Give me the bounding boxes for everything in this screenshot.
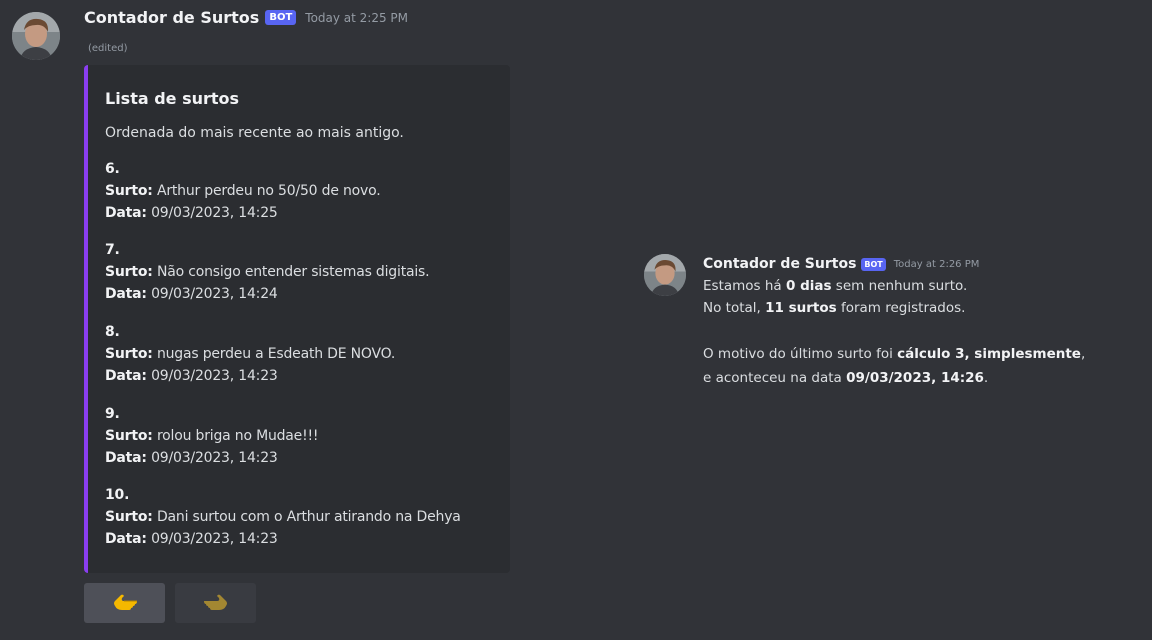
list-item: 6. Surto: Arthur perdeu no 50/50 de novo… bbox=[105, 158, 381, 224]
list-item: 10. Surto: Dani surtou com o Arthur atir… bbox=[105, 484, 461, 550]
author-name[interactable]: Contador de Surtos bbox=[84, 8, 259, 27]
entry-number: 10. bbox=[105, 487, 130, 503]
message-line: Estamos há 0 dias sem nenhum surto. bbox=[703, 278, 967, 294]
embed-description: Ordenada do mais recente ao mais antigo. bbox=[105, 125, 404, 141]
surto-label: Surto: bbox=[105, 264, 153, 280]
bot-badge: BOT bbox=[861, 257, 886, 271]
entry-number: 6. bbox=[105, 161, 120, 177]
embed: Lista de surtos Ordenada do mais recente… bbox=[84, 65, 510, 573]
total-count: 11 surtos bbox=[765, 300, 837, 316]
edited-label: (edited) bbox=[88, 43, 128, 54]
text: . bbox=[983, 370, 989, 386]
last-date: 09/03/2023, 14:26 bbox=[846, 370, 984, 386]
data-label: Data: bbox=[105, 205, 147, 221]
list-item: 7. Surto: Não consigo entender sistemas … bbox=[105, 239, 430, 305]
bot-badge: BOT bbox=[265, 10, 297, 25]
author-name[interactable]: Contador de Surtos bbox=[703, 256, 856, 272]
list-item: 9. Surto: rolou briga no Mudae!!! Data: … bbox=[105, 403, 319, 469]
text: foram registrados. bbox=[836, 300, 966, 316]
entry-number: 8. bbox=[105, 324, 120, 340]
text: O motivo do último surto foi bbox=[703, 346, 898, 362]
surto-text: rolou briga no Mudae!!! bbox=[156, 428, 319, 444]
surto-label: Surto: bbox=[105, 509, 153, 525]
avatar[interactable] bbox=[12, 12, 60, 60]
surto-label: Surto: bbox=[105, 428, 153, 444]
data-text: 09/03/2023, 14:23 bbox=[151, 368, 278, 384]
surto-label: Surto: bbox=[105, 183, 153, 199]
point-right-icon bbox=[203, 594, 227, 610]
surto-text: nugas perdeu a Esdeath DE NOVO. bbox=[156, 346, 396, 362]
text: sem nenhum surto. bbox=[831, 278, 968, 294]
surto-text: Arthur perdeu no 50/50 de novo. bbox=[156, 183, 381, 199]
data-text: 09/03/2023, 14:23 bbox=[151, 531, 278, 547]
data-label: Data: bbox=[105, 368, 147, 384]
data-text: 09/03/2023, 14:23 bbox=[151, 450, 278, 466]
surto-text: Não consigo entender sistemas digitais. bbox=[156, 264, 430, 280]
text: e aconteceu na data bbox=[703, 370, 847, 386]
message-line: No total, 11 surtos foram registrados. bbox=[703, 300, 965, 316]
point-left-icon bbox=[113, 594, 137, 610]
next-page-button[interactable] bbox=[175, 583, 256, 623]
entry-number: 7. bbox=[105, 242, 120, 258]
embed-title: Lista de surtos bbox=[105, 89, 240, 108]
last-reason: cálculo 3, simplesmente bbox=[897, 346, 1081, 362]
days-count: 0 dias bbox=[785, 278, 832, 294]
entry-number: 9. bbox=[105, 406, 120, 422]
message-header: Contador de Surtos BOT Today at 2:25 PM bbox=[84, 8, 408, 27]
text: Estamos há bbox=[703, 278, 786, 294]
text: No total, bbox=[703, 300, 766, 316]
data-text: 09/03/2023, 14:24 bbox=[151, 286, 278, 302]
data-text: 09/03/2023, 14:25 bbox=[151, 205, 278, 221]
message-line: O motivo do último surto foi cálculo 3, … bbox=[703, 346, 1085, 362]
timestamp[interactable]: Today at 2:25 PM bbox=[305, 11, 408, 25]
message-line: e aconteceu na data 09/03/2023, 14:26. bbox=[703, 370, 988, 386]
message-header: Contador de Surtos BOT Today at 2:26 PM bbox=[703, 256, 979, 272]
chat-view: Contador de Surtos BOT Today at 2:25 PM … bbox=[0, 0, 1152, 640]
data-label: Data: bbox=[105, 450, 147, 466]
avatar[interactable] bbox=[644, 254, 686, 296]
data-label: Data: bbox=[105, 531, 147, 547]
list-item: 8. Surto: nugas perdeu a Esdeath DE NOVO… bbox=[105, 321, 395, 387]
previous-page-button[interactable] bbox=[84, 583, 165, 623]
surto-label: Surto: bbox=[105, 346, 153, 362]
timestamp[interactable]: Today at 2:26 PM bbox=[894, 259, 980, 270]
data-label: Data: bbox=[105, 286, 147, 302]
surto-text: Dani surtou com o Arthur atirando na Deh… bbox=[156, 509, 461, 525]
text: , bbox=[1080, 346, 1086, 362]
